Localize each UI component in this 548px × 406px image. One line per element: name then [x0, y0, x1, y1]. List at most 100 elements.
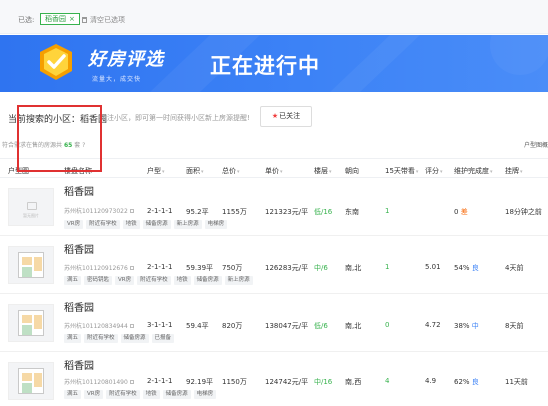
- maintenance-percent: 38%: [454, 322, 470, 330]
- listing-code-text: 苏州杭101120973022: [64, 208, 128, 215]
- column-header-total-price[interactable]: 总价▾: [222, 166, 240, 176]
- column-header-floor[interactable]: 楼层▾: [314, 166, 332, 176]
- floor-value: 中/6: [314, 264, 328, 272]
- community-name[interactable]: 稻香园: [64, 357, 94, 372]
- maintenance-value: 38% 中: [454, 321, 479, 331]
- column-header-listed[interactable]: 挂牌▾: [505, 166, 523, 176]
- copy-icon[interactable]: [129, 209, 134, 213]
- visits-value: 4: [385, 377, 390, 385]
- floor-plan-thumbnail[interactable]: [8, 246, 54, 284]
- listing-code-text: 苏州杭101120801490: [64, 379, 128, 386]
- filter-bar: 已选: 稻香园 × 清空已选项: [0, 0, 548, 34]
- community-name[interactable]: 稻香园: [64, 241, 94, 256]
- sort-caret-icon: ▾: [329, 169, 332, 175]
- area-value: 92.19平: [186, 378, 214, 386]
- tag: 电梯房: [193, 390, 217, 399]
- column-header-total-price-label: 总价: [222, 167, 236, 175]
- column-header-unit-price-label: 单价: [265, 167, 279, 175]
- banner-brand: 好房评选: [88, 49, 164, 70]
- floor-plan-thumbnail[interactable]: [8, 304, 54, 342]
- tag: 储备房源: [120, 334, 149, 343]
- tag: 已报备: [151, 334, 175, 343]
- tag: 满五: [64, 334, 82, 343]
- follow-tip: 关注小区，即可第一时间获得小区新上房源提醒!: [100, 114, 250, 122]
- help-icon[interactable]: ?: [82, 142, 85, 149]
- clear-selection-button[interactable]: 清空已选项: [82, 15, 125, 25]
- filter-label: 已选:: [18, 16, 35, 24]
- orientation-value: 东南: [345, 208, 359, 216]
- listing-count-suffix: 套: [74, 142, 81, 149]
- tag: 满五: [64, 276, 82, 285]
- area-value: 95.2平: [186, 208, 209, 216]
- orientation-value: 南,北: [345, 264, 362, 272]
- copy-icon[interactable]: [129, 380, 134, 384]
- tag: 地铁: [173, 276, 191, 285]
- listed-time: 11天前: [505, 378, 528, 386]
- column-header-maintenance[interactable]: 维护完成度▾: [454, 166, 493, 176]
- table-row[interactable]: 稻香园 苏州杭101120801490 满五 VR房 附近有学校 地铁 储备房源 电梯房 …: [0, 353, 548, 406]
- sort-caret-icon: ▾: [201, 169, 204, 175]
- tag: 附近有学校: [86, 220, 120, 229]
- selected-filter-tag[interactable]: 稻香园 ×: [40, 13, 80, 25]
- total-price-value: 820万: [222, 322, 243, 330]
- star-icon: ★: [271, 112, 279, 120]
- listed-time: 4天前: [505, 264, 524, 272]
- table-row[interactable]: 稻香园 苏州杭101120912676 满五 密码钥匙 VR房 附近有学校 地铁 储备房源…: [0, 237, 548, 294]
- listing-code: 苏州杭101120801490: [64, 377, 134, 386]
- column-header-15day-visits[interactable]: 15天带看▾: [385, 166, 418, 176]
- copy-icon[interactable]: [129, 324, 134, 328]
- listing-code: 苏州杭101120973022: [64, 206, 134, 215]
- column-header-area-label: 面积: [186, 167, 200, 175]
- layout-chart-link[interactable]: 户型图概: [524, 140, 548, 149]
- column-header-floor-label: 楼层: [314, 167, 328, 175]
- table-row[interactable]: 稻香园 苏州杭101120834944 满五 附近有学校 储备房源 已报备 3-1-1…: [0, 295, 548, 352]
- tag: 储备房源: [193, 276, 222, 285]
- tag: VR房: [64, 220, 84, 229]
- clear-selection-label: 清空已选项: [90, 16, 125, 24]
- score-value: 4.9: [425, 377, 437, 385]
- tag: 新上房源: [173, 220, 202, 229]
- tag: 新上房源: [224, 276, 253, 285]
- visits-value: 0: [385, 321, 390, 329]
- banner-status: 正在进行中: [210, 54, 320, 78]
- orientation-value: 南,西: [345, 378, 362, 386]
- remove-tag-icon[interactable]: ×: [69, 15, 75, 23]
- follow-button-label: 已关注: [279, 112, 301, 120]
- no-image-placeholder: 暂无图片: [8, 188, 54, 226]
- sort-caret-icon: ▾: [520, 169, 523, 175]
- tag: 满五: [64, 390, 82, 399]
- column-header-unit-price[interactable]: 单价▾: [265, 166, 283, 176]
- area-value: 59.39平: [186, 264, 214, 272]
- column-header-score[interactable]: 评分▾: [425, 166, 443, 176]
- floor-plan-thumbnail[interactable]: [8, 362, 54, 400]
- column-header-layout[interactable]: 户型▾: [147, 166, 165, 176]
- maintenance-value: 62% 良: [454, 377, 479, 387]
- copy-icon[interactable]: [129, 266, 134, 270]
- table-header: 户型图 楼盘名称 户型▾ 面积▾ 总价▾ 单价▾ 楼层▾ 朝向 15天带看▾ 评…: [0, 158, 548, 178]
- tag-list: 满五 密码钥匙 VR房 附近有学校 地铁 储备房源 新上房源: [64, 275, 256, 285]
- table-row[interactable]: 暂无图片 稻香园 苏州杭101120973022 VR房 附近有学校 地铁 储备房源新…: [0, 179, 548, 236]
- follow-button[interactable]: ★已关注: [260, 106, 312, 127]
- column-header-area[interactable]: 面积▾: [186, 166, 204, 176]
- tag: 电梯房: [204, 220, 228, 229]
- listed-time: 8天前: [505, 322, 524, 330]
- floor-value: 低/16: [314, 208, 333, 216]
- tag-list: VR房 附近有学校 地铁 储备房源 新上房源 电梯房: [64, 219, 230, 229]
- sort-caret-icon: ▾: [490, 169, 493, 175]
- listing-code-text: 苏州杭101120912676: [64, 265, 128, 272]
- community-name[interactable]: 稻香园: [64, 299, 94, 314]
- score-value: 5.01: [425, 263, 441, 271]
- no-image-text: 暂无图片: [23, 213, 39, 218]
- layout-value: 2-1-1-1: [147, 207, 173, 215]
- image-icon: [27, 202, 37, 210]
- unit-price-value: 138047元/平: [265, 322, 309, 330]
- column-header-layout-image: 户型图: [8, 167, 29, 175]
- tag: 储备房源: [142, 220, 171, 229]
- maintenance-flag: 差: [460, 208, 468, 216]
- sort-caret-icon: ▾: [440, 169, 443, 175]
- column-header-layout-label: 户型: [147, 167, 161, 175]
- listing-count-value: 65: [63, 142, 73, 149]
- tag: 附近有学校: [84, 334, 118, 343]
- banner-slogan: 流量大，成交快: [92, 76, 142, 83]
- community-name[interactable]: 稻香园: [64, 183, 94, 198]
